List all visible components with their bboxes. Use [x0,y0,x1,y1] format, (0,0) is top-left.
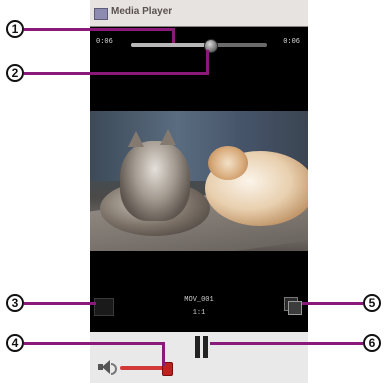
playlist-icon-front [288,301,302,315]
volume-slider[interactable] [120,366,164,370]
callout-4-leader [162,342,165,366]
callout-3-leader [24,302,96,305]
callout-2-leader [24,72,209,75]
seek-progress [131,43,210,47]
callout-3: 3 [6,294,24,312]
playback-position: 1:1 [192,309,206,317]
media-player-screen: Media Player 0:06 0:06 MOV_001 1:1 [90,0,308,383]
video-filename: MOV_001 [184,296,214,304]
speaker-icon-wave [111,363,117,375]
control-bar [90,332,308,383]
callout-2-leader [206,50,209,73]
pause-button[interactable] [195,336,209,358]
grey-cat-head [120,141,190,221]
callout-1-leader [172,28,175,43]
callout-5-leader [302,302,363,305]
orange-cat-head [208,146,248,180]
callout-6-leader [210,342,363,345]
grey-cat-ear [160,129,176,145]
window-title: Media Player [111,6,173,17]
title-bar: Media Player [90,0,308,27]
callout-4: 4 [6,334,24,352]
seek-bar[interactable] [131,43,267,47]
total-time: 0:06 [283,38,300,46]
pause-icon-bar [203,336,208,358]
pause-icon-bar [195,336,200,358]
speaker-icon-cone [102,360,110,374]
elapsed-time: 0:06 [96,38,113,46]
speaker-icon[interactable] [98,360,117,375]
callout-2: 2 [6,64,24,82]
callout-5: 5 [363,294,381,312]
grey-cat-ear [128,131,144,147]
playlist-icon[interactable] [284,297,302,315]
media-player-app-icon [94,8,108,20]
callout-4-leader [24,342,164,345]
callout-1: 1 [6,20,24,38]
callout-1-leader [24,28,174,31]
callout-6: 6 [363,334,381,352]
video-frame[interactable] [90,111,308,251]
